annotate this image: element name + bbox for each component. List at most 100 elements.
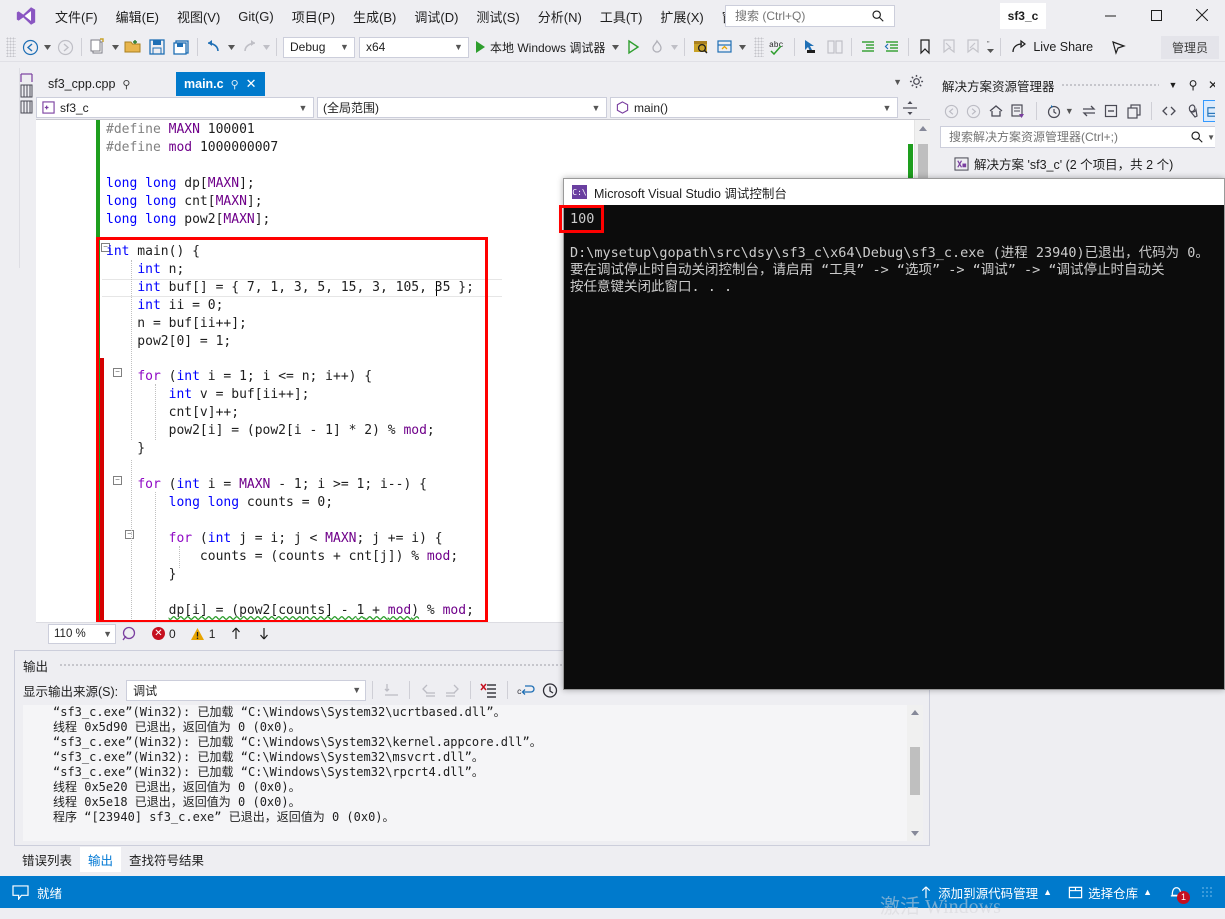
- menu-project[interactable]: 项目(P): [283, 2, 344, 31]
- solution-explorer-drag-dots[interactable]: [1060, 82, 1159, 88]
- solution-configuration-combo[interactable]: Debug ▼: [283, 36, 355, 58]
- history-dropdown-icon[interactable]: ▼: [1065, 106, 1074, 116]
- start-debug-dropdown-icon[interactable]: [610, 36, 621, 58]
- show-all-files-icon[interactable]: [1123, 100, 1145, 122]
- menu-view[interactable]: 视图(V): [168, 2, 229, 31]
- menu-analyze[interactable]: 分析(N): [529, 2, 591, 31]
- bookmark-overflow-icon[interactable]: ": [985, 36, 996, 58]
- outdent-icon[interactable]: [881, 36, 903, 58]
- toggle-timestamps-icon[interactable]: [538, 679, 562, 701]
- start-debug-button[interactable]: 本地 Windows 调试器: [471, 36, 610, 58]
- nav-project-combo[interactable]: sf3_c ▼: [36, 97, 314, 118]
- output-scrollbar-thumb[interactable]: [910, 747, 920, 795]
- select-repository-button[interactable]: 选择仓库 ▲: [1068, 883, 1152, 902]
- maximize-button[interactable]: [1133, 0, 1179, 30]
- pending-history-icon[interactable]: [1042, 100, 1064, 122]
- resize-grip[interactable]: [1201, 886, 1213, 898]
- split-view-icon[interactable]: [903, 100, 917, 116]
- save-icon[interactable]: [146, 36, 168, 58]
- toolbar-grip[interactable]: [6, 37, 16, 57]
- menu-edit[interactable]: 编辑(E): [107, 2, 168, 31]
- properties-wrench-icon[interactable]: [1180, 100, 1202, 122]
- clear-all-icon[interactable]: [477, 679, 501, 701]
- window-layout-icon[interactable]: [714, 36, 736, 58]
- home-icon[interactable]: [985, 100, 1007, 122]
- collapse-all-icon[interactable]: [1100, 100, 1122, 122]
- open-file-icon[interactable]: [122, 36, 144, 58]
- toolbar-grip-2[interactable]: [754, 37, 765, 57]
- tab-output[interactable]: 输出: [80, 846, 122, 872]
- live-share-button[interactable]: Live Share: [1005, 36, 1099, 58]
- chevron-down-icon-6[interactable]: ▼: [103, 629, 112, 639]
- chevron-down-icon-3[interactable]: ▼: [297, 103, 309, 113]
- close-icon[interactable]: ✕: [246, 76, 257, 92]
- pin-icon-1[interactable]: ⚲: [122, 78, 130, 91]
- pin-icon[interactable]: ⚲: [1185, 78, 1201, 92]
- warning-count-item[interactable]: 1: [190, 627, 215, 641]
- solution-platform-combo[interactable]: x64 ▼: [359, 36, 469, 58]
- global-search-box[interactable]: [725, 5, 895, 27]
- chevron-down-icon-2[interactable]: ▼: [452, 42, 465, 52]
- minimize-button[interactable]: [1087, 0, 1133, 30]
- document-tab-sf3-cpp[interactable]: sf3_cpp.cpp ⚲: [40, 72, 139, 96]
- tab-find-symbol-results[interactable]: 查找符号结果: [121, 847, 212, 872]
- solution-search-input[interactable]: [947, 129, 1191, 145]
- debug-console-window[interactable]: C:\ Microsoft Visual Studio 调试控制台 100 D:…: [559, 178, 1225, 690]
- select-element-icon[interactable]: [800, 36, 822, 58]
- navigate-back-icon[interactable]: [19, 36, 41, 58]
- solution-explorer-search[interactable]: ▼: [940, 126, 1219, 148]
- pin-icon-2[interactable]: ⚲: [231, 78, 239, 91]
- menu-test[interactable]: 测试(S): [467, 2, 528, 31]
- undo-icon[interactable]: [203, 36, 225, 58]
- save-all-icon[interactable]: [170, 36, 192, 58]
- output-scroll-down-arrow-icon[interactable]: [911, 831, 919, 836]
- output-vertical-scrollbar[interactable]: [907, 705, 923, 841]
- nav-scope-combo[interactable]: (全局范围) ▼: [317, 97, 607, 118]
- send-feedback-icon[interactable]: [1107, 36, 1129, 58]
- menu-file[interactable]: 文件(F): [46, 2, 107, 31]
- view-code-icon[interactable]: [1158, 100, 1180, 122]
- previous-issue-button[interactable]: [229, 626, 243, 641]
- toggle-bookmark-icon[interactable]: [914, 36, 936, 58]
- start-without-debugging-icon[interactable]: [622, 36, 644, 58]
- sync-with-active-document-icon[interactable]: [1078, 100, 1100, 122]
- undo-dropdown-icon[interactable]: [226, 36, 237, 58]
- next-issue-button[interactable]: [257, 626, 271, 641]
- output-text-area[interactable]: “sf3_c.exe”(Win32): 已加载 “C:\Windows\Syst…: [23, 705, 923, 841]
- tab-overflow-chevron-icon[interactable]: ▼: [893, 77, 902, 87]
- active-project-chip[interactable]: sf3_c: [1000, 3, 1046, 29]
- chevron-down-icon-7[interactable]: ▼: [352, 685, 361, 695]
- menu-tools[interactable]: 工具(T): [591, 2, 652, 31]
- gear-icon[interactable]: [909, 74, 924, 89]
- chevron-up-icon[interactable]: ▲: [1043, 887, 1052, 897]
- navigate-back-dropdown-icon[interactable]: [42, 36, 53, 58]
- spell-check-icon[interactable]: abc: [767, 36, 789, 58]
- tab-error-list[interactable]: 错误列表: [14, 847, 80, 872]
- pending-changes-icon[interactable]: [1007, 100, 1029, 122]
- document-tab-main-c[interactable]: main.c ⚲ ✕: [176, 72, 265, 96]
- menu-build[interactable]: 生成(B): [344, 2, 405, 31]
- menu-debug[interactable]: 调试(D): [405, 2, 467, 31]
- console-output-area[interactable]: 100 D:\mysetup\gopath\src\dsy\sf3_c\x64\…: [564, 205, 1224, 689]
- menu-extensions[interactable]: 扩展(X): [651, 2, 712, 31]
- chevron-up-icon-2[interactable]: ▲: [1143, 887, 1152, 897]
- intellisense-status-icon[interactable]: [122, 626, 138, 642]
- output-scroll-up-arrow-icon[interactable]: [911, 710, 919, 715]
- global-search-input[interactable]: [733, 8, 871, 24]
- scroll-up-arrow-icon[interactable]: [919, 126, 927, 131]
- error-count-item[interactable]: ✕ 0: [152, 627, 176, 641]
- new-project-icon[interactable]: [87, 36, 109, 58]
- toolbox-vertical-tab[interactable]: [16, 72, 36, 172]
- window-layout-dropdown-icon[interactable]: [737, 36, 748, 58]
- toggle-word-wrap-icon[interactable]: c: [514, 679, 538, 701]
- search-icon-2[interactable]: [1190, 130, 1204, 144]
- solution-root-node[interactable]: 解决方案 'sf3_c' (2 个项目，共 2 个): [940, 154, 1225, 173]
- output-source-combo[interactable]: 调试 ▼: [126, 679, 367, 701]
- search-options-chevron-icon[interactable]: ▼: [1207, 133, 1215, 142]
- nav-member-combo[interactable]: main() ▼: [610, 97, 898, 118]
- new-project-dropdown-icon[interactable]: [110, 36, 121, 58]
- zoom-level-combo[interactable]: 110 % ▼: [48, 623, 116, 644]
- chevron-down-icon-4[interactable]: ▼: [590, 103, 602, 113]
- indent-icon[interactable]: [857, 36, 879, 58]
- panel-dropdown-icon[interactable]: ▼: [1165, 80, 1181, 90]
